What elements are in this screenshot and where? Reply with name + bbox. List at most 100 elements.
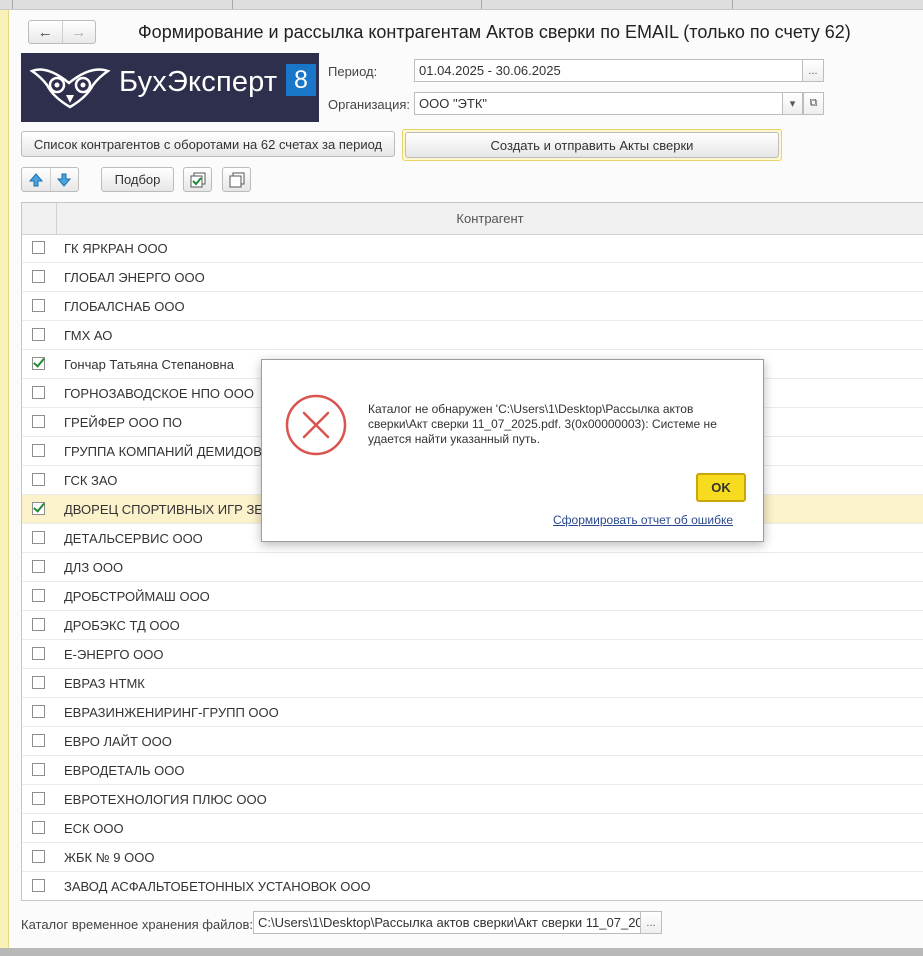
table-row[interactable]: ЕСК ООО (22, 814, 923, 843)
left-panel-stripe (0, 10, 9, 956)
catalog-label: Каталог временное хранения файлов: (21, 917, 253, 932)
row-checkbox[interactable] (32, 792, 45, 805)
row-checkbox[interactable] (32, 270, 45, 283)
row-checkbox[interactable] (32, 763, 45, 776)
row-checkbox[interactable] (32, 734, 45, 747)
check-all-button[interactable] (183, 167, 212, 192)
table-row[interactable]: ДЛЗ ООО (22, 553, 923, 582)
organization-input[interactable]: ООО "ЭТК" (414, 92, 783, 115)
row-checkbox[interactable] (32, 502, 45, 515)
period-select-button[interactable]: ... (802, 59, 824, 82)
table-row[interactable]: ЖБК № 9 ООО (22, 843, 923, 872)
table-row[interactable]: ЗАВОД АСФАЛЬТОБЕТОННЫХ УСТАНОВОК ООО (22, 872, 923, 900)
row-checkbox[interactable] (32, 299, 45, 312)
row-checkbox[interactable] (32, 821, 45, 834)
table-row[interactable]: ЕВРОТЕХНОЛОГИЯ ПЛЮС ООО (22, 785, 923, 814)
row-checkbox[interactable] (32, 850, 45, 863)
counterparty-name: ЕВРОДЕТАЛЬ ООО (64, 763, 185, 778)
table-row[interactable]: ГМХ АО (22, 321, 923, 350)
counterparty-column-header[interactable]: Контрагент (56, 203, 923, 234)
period-input[interactable]: 01.04.2025 - 30.06.2025 (414, 59, 803, 82)
counterparty-name: ГЛОБАЛ ЭНЕРГО ООО (64, 270, 205, 285)
organization-dropdown-button[interactable]: ▾ (782, 92, 803, 115)
table-row[interactable]: ЕВРО ЛАЙТ ООО (22, 727, 923, 756)
logo-badge: 8 (286, 64, 316, 96)
arrow-up-icon (28, 172, 43, 186)
table-row[interactable]: ЕВРАЗИНЖЕНИРИНГ-ГРУПП ООО (22, 698, 923, 727)
uncheck-all-icon (229, 172, 244, 187)
list-counterparties-button[interactable]: Список контрагентов с оборотами на 62 сч… (21, 131, 395, 157)
row-checkbox[interactable] (32, 618, 45, 631)
move-down-button[interactable] (51, 168, 79, 191)
window-tabs-strip (0, 0, 923, 10)
counterparty-name: ДРОБСТРОЙМАШ ООО (64, 589, 210, 604)
create-send-acts-button[interactable]: Создать и отправить Акты сверки (405, 132, 779, 158)
catalog-input[interactable]: C:\Users\1\Desktop\Рассылка актов сверки… (253, 911, 641, 934)
row-checkbox[interactable] (32, 241, 45, 254)
buhexpert-logo: БухЭксперт 8 (21, 53, 319, 122)
row-checkbox[interactable] (32, 560, 45, 573)
catalog-select-button[interactable]: ... (640, 911, 662, 934)
table-row[interactable]: ДРОБСТРОЙМАШ ООО (22, 582, 923, 611)
row-checkbox[interactable] (32, 473, 45, 486)
error-report-link[interactable]: Сформировать отчет об ошибке (553, 513, 733, 527)
counterparty-name: ЕВРО ЛАЙТ ООО (64, 734, 172, 749)
counterparty-name: ДВОРЕЦ СПОРТИВНЫХ ИГР ЗЕ (64, 502, 263, 517)
arrow-down-icon (57, 173, 72, 187)
page-title: Формирование и рассылка контрагентам Акт… (138, 22, 851, 42)
row-checkbox[interactable] (32, 444, 45, 457)
pick-button[interactable]: Подбор (101, 167, 174, 192)
counterparty-name: Гончар Татьяна Степановна (64, 357, 234, 372)
row-move-toolbar (21, 167, 79, 192)
forward-button[interactable]: → (61, 21, 96, 43)
ok-button[interactable]: OK (696, 473, 746, 502)
counterparty-name: ГРУППА КОМПАНИЙ ДЕМИДОВ (64, 444, 262, 459)
uncheck-all-button[interactable] (222, 167, 251, 192)
row-checkbox[interactable] (32, 879, 45, 892)
back-button[interactable]: ← (29, 21, 62, 43)
organization-open-button[interactable]: ⧉ (803, 92, 824, 115)
row-checkbox[interactable] (32, 415, 45, 428)
counterparty-name: ГК ЯРКРАН ООО (64, 241, 168, 256)
counterparty-name: ЕВРОТЕХНОЛОГИЯ ПЛЮС ООО (64, 792, 267, 807)
status-bar (0, 948, 923, 956)
counterparty-name: ДЛЗ ООО (64, 560, 124, 575)
table-row[interactable]: ГК ЯРКРАН ООО (22, 234, 923, 263)
table-row[interactable]: ЕВРОДЕТАЛЬ ООО (22, 756, 923, 785)
counterparty-name: ГСК ЗАО (64, 473, 118, 488)
counterparty-name: ГОРНОЗАВОДСКОЕ НПО ООО (64, 386, 254, 401)
table-row[interactable]: ЕВРАЗ НТМК (22, 669, 923, 698)
row-checkbox[interactable] (32, 328, 45, 341)
counterparties-table: Контрагент ГК ЯРКРАН ООО ГЛОБАЛ ЭНЕРГО ОО… (21, 202, 923, 901)
counterparty-name: ГРЕЙФЕР ООО ПО (64, 415, 182, 430)
row-checkbox[interactable] (32, 357, 45, 370)
counterparty-name: ЗАВОД АСФАЛЬТОБЕТОННЫХ УСТАНОВОК ООО (64, 879, 371, 894)
table-row[interactable]: ГЛОБАЛ ЭНЕРГО ООО (22, 263, 923, 292)
counterparty-name: ГМХ АО (64, 328, 113, 343)
table-row[interactable]: ГЛОБАЛСНАБ ООО (22, 292, 923, 321)
error-icon (285, 394, 347, 456)
row-checkbox[interactable] (32, 589, 45, 602)
counterparty-name: Е-ЭНЕРГО ООО (64, 647, 164, 662)
checkbox-column-header[interactable] (22, 203, 57, 234)
move-up-button[interactable] (22, 168, 51, 191)
counterparty-name: ЖБК № 9 ООО (64, 850, 155, 865)
table-header: Контрагент (22, 203, 923, 235)
row-checkbox[interactable] (32, 386, 45, 399)
period-label: Период: (328, 64, 378, 79)
row-checkbox[interactable] (32, 705, 45, 718)
counterparty-name: ЕВРАЗ НТМК (64, 676, 145, 691)
organization-label: Организация: (328, 97, 411, 112)
logo-brand-text: БухЭксперт (119, 66, 278, 98)
owl-icon (29, 68, 111, 109)
check-all-icon (190, 172, 205, 187)
row-checkbox[interactable] (32, 531, 45, 544)
counterparty-name: ЕВРАЗИНЖЕНИРИНГ-ГРУПП ООО (64, 705, 279, 720)
row-checkbox[interactable] (32, 647, 45, 660)
counterparty-name: ДРОБЭКС ТД ООО (64, 618, 180, 633)
error-message: Каталог не обнаружен 'C:\Users\1\Desktop… (368, 402, 717, 446)
counterparty-name: ГЛОБАЛСНАБ ООО (64, 299, 185, 314)
row-checkbox[interactable] (32, 676, 45, 689)
table-row[interactable]: Е-ЭНЕРГО ООО (22, 640, 923, 669)
table-row[interactable]: ДРОБЭКС ТД ООО (22, 611, 923, 640)
